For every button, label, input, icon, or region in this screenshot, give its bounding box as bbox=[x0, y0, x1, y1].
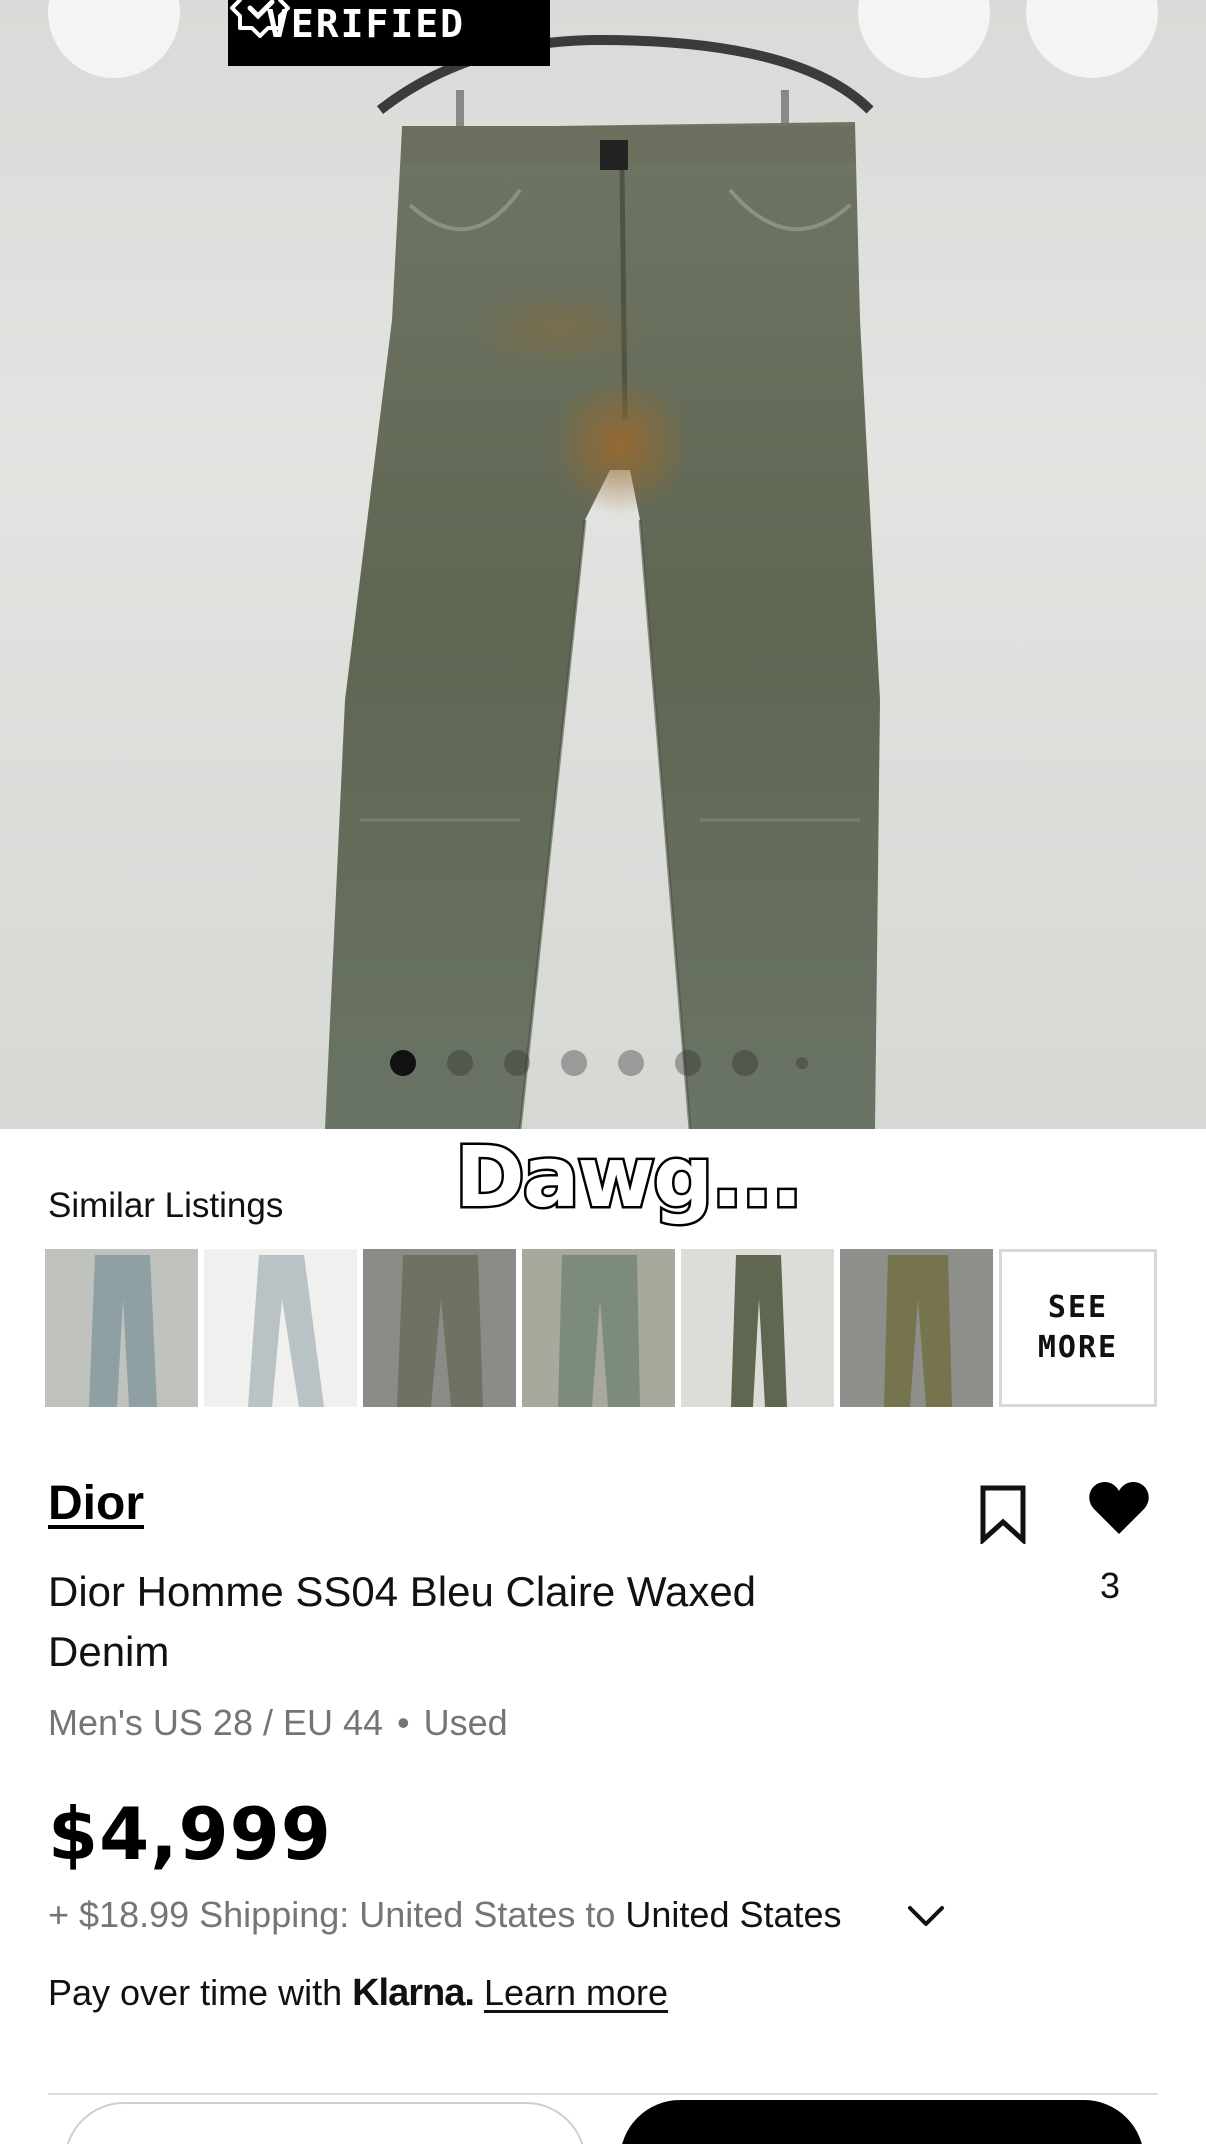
see-more-button[interactable]: SEE MORE bbox=[999, 1249, 1157, 1407]
chevron-down-icon bbox=[908, 1906, 944, 1926]
similar-listing-thumbnail[interactable] bbox=[45, 1249, 198, 1407]
similar-listing-thumbnail[interactable] bbox=[204, 1249, 357, 1407]
thumbnail-image bbox=[363, 1249, 516, 1407]
price: $4,999 bbox=[48, 1792, 332, 1876]
verified-badge: VERIFIED bbox=[228, 0, 550, 66]
similar-listing-thumbnail[interactable] bbox=[522, 1249, 675, 1407]
size-label: Men's US 28 / EU 44 bbox=[48, 1702, 384, 1743]
similar-listing-thumbnail[interactable] bbox=[681, 1249, 834, 1407]
meme-caption: Dawg... bbox=[453, 1126, 806, 1229]
purchase-button[interactable] bbox=[620, 2100, 1144, 2144]
thumbnail-image bbox=[522, 1249, 675, 1407]
klarna-prefix: Pay over time with bbox=[48, 1972, 353, 2013]
gallery-dot[interactable] bbox=[796, 1057, 808, 1069]
search-icon bbox=[858, 0, 914, 2]
thumbnail-image bbox=[840, 1249, 993, 1407]
gallery-dot[interactable] bbox=[618, 1050, 644, 1076]
bookmark-icon bbox=[980, 1485, 1026, 1546]
learn-more-link[interactable]: Learn more bbox=[484, 1972, 668, 2013]
jeans-image bbox=[325, 34, 880, 1129]
similar-listing-thumbnail[interactable] bbox=[840, 1249, 993, 1407]
gallery-dot[interactable] bbox=[447, 1050, 473, 1076]
gallery-pagination bbox=[390, 1050, 839, 1076]
thumbnail-image bbox=[681, 1249, 834, 1407]
like-count: 3 bbox=[1100, 1565, 1121, 1606]
product-title: Dior Homme SS04 Bleu Claire Waxed Denim bbox=[48, 1568, 757, 1675]
thumbnail-image bbox=[204, 1249, 357, 1407]
save-button[interactable] bbox=[978, 1484, 1028, 1549]
condition-label: Used bbox=[423, 1702, 508, 1743]
shipping-info: + $18.99 Shipping: United States to Unit… bbox=[48, 1894, 842, 1936]
gallery-dot[interactable] bbox=[504, 1050, 530, 1076]
verified-label: VERIFIED bbox=[266, 2, 466, 46]
gallery-dot[interactable] bbox=[675, 1050, 701, 1076]
shipping-destination-dropdown[interactable] bbox=[906, 1902, 946, 1937]
product-photo[interactable]: VERIFIED bbox=[0, 0, 1206, 1129]
shipping-cost: + $18.99 Shipping: United States to bbox=[48, 1894, 626, 1935]
klarna-financing: Pay over time with Klarna. Learn more bbox=[48, 1972, 668, 2015]
offer-button[interactable] bbox=[64, 2102, 586, 2144]
product-meta: Men's US 28 / EU 44 • Used bbox=[48, 1702, 508, 1744]
klarna-logo: Klarna. bbox=[352, 1972, 475, 2014]
similar-listing-thumbnail[interactable] bbox=[363, 1249, 516, 1407]
divider bbox=[48, 2093, 1158, 2095]
gallery-dot[interactable] bbox=[561, 1050, 587, 1076]
like-button[interactable] bbox=[1088, 1480, 1150, 1541]
meta-separator: • bbox=[397, 1702, 410, 1743]
heart-icon bbox=[1089, 1482, 1149, 1534]
shipping-destination[interactable]: United States bbox=[625, 1894, 841, 1935]
see-more-label: SEE MORE bbox=[1037, 1290, 1119, 1365]
gallery-dot[interactable] bbox=[732, 1050, 758, 1076]
thumbnail-image bbox=[45, 1249, 198, 1407]
brand-link[interactable]: Dior bbox=[48, 1476, 144, 1531]
similar-listings-title: Similar Listings bbox=[48, 1186, 284, 1225]
similar-listings-row: SEE MORE bbox=[45, 1249, 1157, 1407]
verified-check-icon bbox=[230, 0, 290, 38]
gallery-dot[interactable] bbox=[390, 1050, 416, 1076]
